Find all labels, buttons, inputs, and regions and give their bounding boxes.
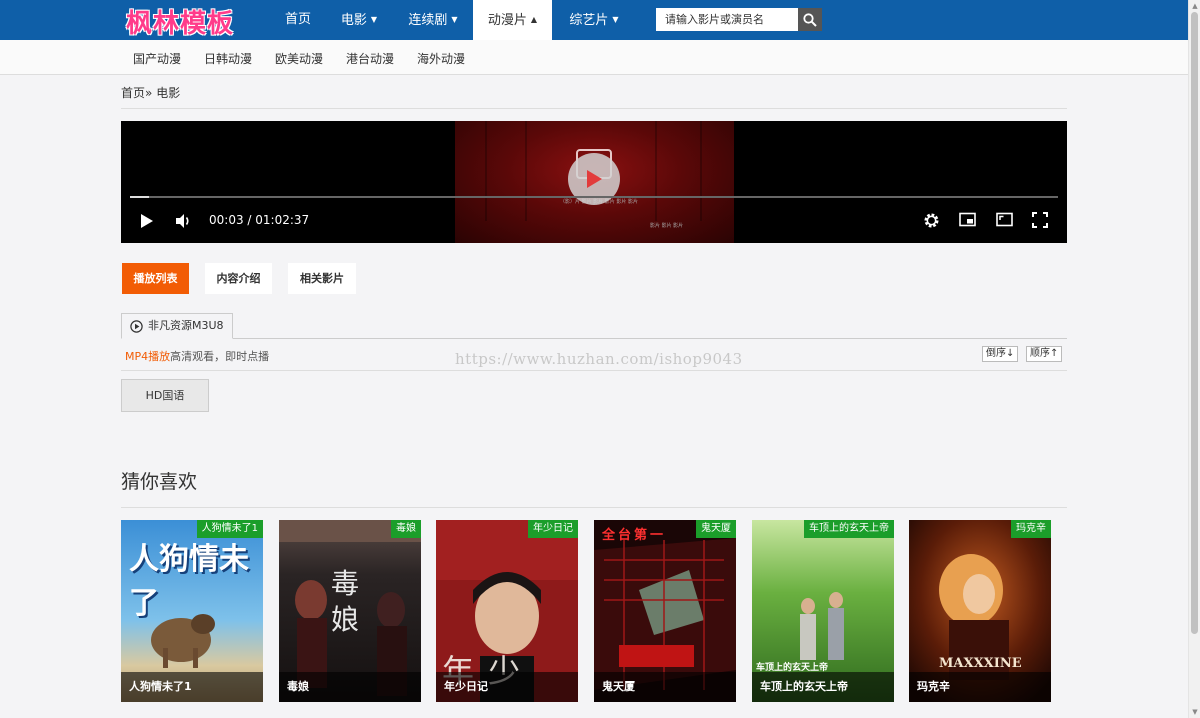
breadcrumb-home[interactable]: 首页 <box>121 86 145 100</box>
page-scrollbar[interactable]: ▲ ▼ <box>1188 0 1200 718</box>
nav-home-label: 首页 <box>284 12 311 27</box>
movie-title: 人狗情未了1 <box>121 672 263 702</box>
watermark-text: https://www.huzhan.com/ishop9043 <box>455 350 743 368</box>
time-display: 00:03 / 01:02:37 <box>209 213 310 227</box>
gear-icon <box>924 213 939 228</box>
status-badge: 玛克辛 <box>1011 520 1051 538</box>
tab-playlist[interactable]: 播放列表 <box>122 263 189 294</box>
status-badge: 鬼天厦 <box>696 520 736 538</box>
top-navbar: 枫林模板 首页 电影 ▼ 连续剧 ▼ 动漫片 ▲ 综艺片 ▼ <box>0 0 1188 40</box>
picture-in-picture-icon <box>959 212 976 227</box>
scroll-down-icon[interactable]: ▼ <box>1189 706 1200 718</box>
tab-description[interactable]: 内容介绍 <box>205 263 272 294</box>
poster-title-art: MAXXXINE <box>939 656 1022 671</box>
pip-button[interactable] <box>959 212 976 231</box>
fullscreen-icon <box>1032 212 1048 228</box>
caret-down-icon: ▼ <box>451 15 458 24</box>
video-player[interactable]: （影）片 影片 影片 影片 影片 影片 影片 影片 影片 00:03 / 01:… <box>121 121 1067 243</box>
caret-up-icon: ▲ <box>530 15 538 24</box>
caret-down-icon: ▼ <box>612 15 619 24</box>
poster-title-art: 全台第一 <box>602 528 667 543</box>
mp4-description: 高清观看，即时点播 <box>170 350 270 363</box>
progress-bar[interactable] <box>130 196 1058 198</box>
divider <box>121 370 1067 371</box>
movie-card[interactable]: 年少日记 年少日记 年少日记 <box>436 520 578 702</box>
nav-variety[interactable]: 综艺片 ▼ <box>554 0 634 40</box>
source-name: 非凡资源M3U8 <box>148 319 224 332</box>
nav-series[interactable]: 连续剧 ▼ <box>393 0 473 40</box>
scrollbar-thumb[interactable] <box>1191 12 1198 634</box>
movie-title: 车顶上的玄天上帝 <box>752 672 894 702</box>
movie-card[interactable]: 车顶上的玄天上帝 车顶上的玄天上帝 车顶上的玄天上帝 <box>752 520 894 702</box>
divider <box>121 507 1067 508</box>
movie-title: 鬼天厦 <box>594 672 736 702</box>
fullscreen-button[interactable] <box>1032 212 1048 232</box>
status-badge: 车顶上的玄天上帝 <box>804 520 894 538</box>
sort-desc-button[interactable]: 倒序↓ <box>982 346 1019 362</box>
breadcrumb-separator: » <box>145 86 153 100</box>
subnav-item-west-anime[interactable]: 欧美动漫 <box>275 50 323 67</box>
episode-button[interactable]: HD国语 <box>121 379 209 412</box>
movie-card[interactable]: 毒娘 毒娘 毒娘 <box>279 520 421 702</box>
caret-down-icon: ▼ <box>370 15 378 24</box>
movie-card[interactable]: MAXXXINE 玛克辛 玛克辛 <box>909 520 1051 702</box>
status-badge: 毒娘 <box>391 520 421 538</box>
web-fullscreen-button[interactable] <box>996 212 1013 231</box>
nav-anime[interactable]: 动漫片 ▲ <box>473 0 552 40</box>
subnav-item-cn-anime[interactable]: 国产动漫 <box>133 50 181 67</box>
movie-title: 年少日记 <box>436 672 578 702</box>
breadcrumb: 首页» 电影 <box>121 84 180 101</box>
subnav-item-jp-kr-anime[interactable]: 日韩动漫 <box>204 50 252 67</box>
subnav-item-overseas-anime[interactable]: 海外动漫 <box>417 50 465 67</box>
source-info: MP4播放高清观看，即时点播 <box>125 348 269 364</box>
play-button[interactable] <box>140 213 154 233</box>
play-icon <box>141 214 153 228</box>
mp4-label: MP4播放 <box>125 350 171 363</box>
settings-button[interactable] <box>923 212 940 233</box>
nav-variety-label: 综艺片 <box>569 13 609 28</box>
status-badge: 年少日记 <box>528 520 578 538</box>
nav-anime-label: 动漫片 <box>487 13 527 28</box>
breadcrumb-current[interactable]: 电影 <box>156 86 180 100</box>
poster-title-art: 人狗情未了 <box>129 542 249 621</box>
volume-button[interactable] <box>175 213 192 233</box>
search-icon <box>803 12 817 27</box>
nav-movies-label: 电影 <box>340 13 367 28</box>
movie-title: 毒娘 <box>279 672 421 702</box>
search-input[interactable] <box>656 8 798 31</box>
movie-card[interactable]: 全台第一 鬼天厦 鬼天厦 <box>594 520 736 702</box>
subnav-item-hk-tw-anime[interactable]: 港台动漫 <box>346 50 394 67</box>
search-button[interactable] <box>798 8 822 31</box>
nav-series-label: 连续剧 <box>408 13 448 28</box>
movie-title: 玛克辛 <box>909 672 1051 702</box>
nav-movies[interactable]: 电影 ▼ <box>327 0 391 40</box>
movie-card[interactable]: 人狗情未了 人狗情未了1 人狗情未了1 <box>121 520 263 702</box>
section-title: 猜你喜欢 <box>121 471 198 493</box>
divider <box>121 108 1067 109</box>
volume-icon <box>176 214 189 228</box>
nav-home[interactable]: 首页 <box>271 0 325 40</box>
play-circle-icon <box>130 320 143 333</box>
web-fullscreen-icon <box>996 212 1013 227</box>
divider <box>233 338 1067 339</box>
site-logo[interactable]: 枫林模板 <box>126 3 234 40</box>
progress-fill <box>130 196 149 198</box>
source-tab[interactable]: 非凡资源M3U8 <box>121 313 233 339</box>
play-icon <box>587 170 602 188</box>
tab-related[interactable]: 相关影片 <box>288 263 356 294</box>
scroll-up-icon[interactable]: ▲ <box>1189 0 1200 12</box>
sort-asc-button[interactable]: 顺序↑ <box>1026 346 1063 362</box>
status-badge: 人狗情未了1 <box>196 520 263 538</box>
sub-navbar: 国产动漫 日韩动漫 欧美动漫 港台动漫 海外动漫 <box>0 40 1188 75</box>
poster-title-art: 毒娘 <box>331 567 360 636</box>
